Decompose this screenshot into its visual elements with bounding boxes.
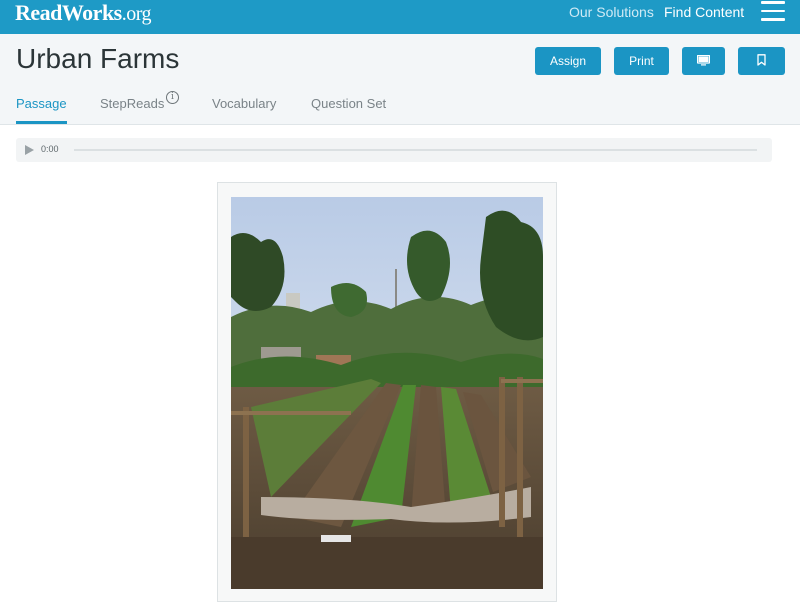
audio-player: 0:00: [16, 138, 772, 162]
nav-our-solutions-link[interactable]: Our Solutions: [569, 4, 654, 20]
tab-vocabulary[interactable]: Vocabulary: [212, 96, 276, 111]
print-button[interactable]: Print: [614, 47, 669, 75]
tab-question-set[interactable]: Question Set: [311, 96, 386, 111]
top-navigation-bar: ReadWorks.org Our Solutions Find Content: [0, 0, 800, 34]
projector-view-button[interactable]: [682, 47, 725, 75]
tab-passage[interactable]: Passage: [16, 96, 67, 111]
assign-button[interactable]: Assign: [535, 47, 601, 75]
audio-progress-track[interactable]: [74, 149, 757, 151]
tab-stepreads[interactable]: StepReads: [100, 96, 164, 111]
play-icon[interactable]: [25, 145, 34, 155]
info-icon[interactable]: i: [166, 91, 179, 104]
passage-image-frame: [217, 182, 557, 602]
logo-name: ReadWorks: [15, 0, 122, 25]
bookmark-icon: [757, 54, 766, 66]
hamburger-menu-icon[interactable]: [761, 1, 785, 21]
readworks-logo[interactable]: ReadWorks.org: [15, 0, 152, 26]
bookmark-button[interactable]: [738, 47, 785, 75]
nav-find-content-link[interactable]: Find Content: [664, 4, 744, 20]
passage-header: Urban Farms Assign Print Passage StepRea…: [0, 34, 800, 125]
logo-tld: .org: [121, 3, 152, 25]
urban-farm-photo: [231, 197, 543, 589]
monitor-icon: [696, 54, 711, 66]
page-title: Urban Farms: [16, 43, 180, 74]
active-tab-indicator: [16, 121, 67, 124]
audio-time: 0:00: [41, 144, 59, 154]
